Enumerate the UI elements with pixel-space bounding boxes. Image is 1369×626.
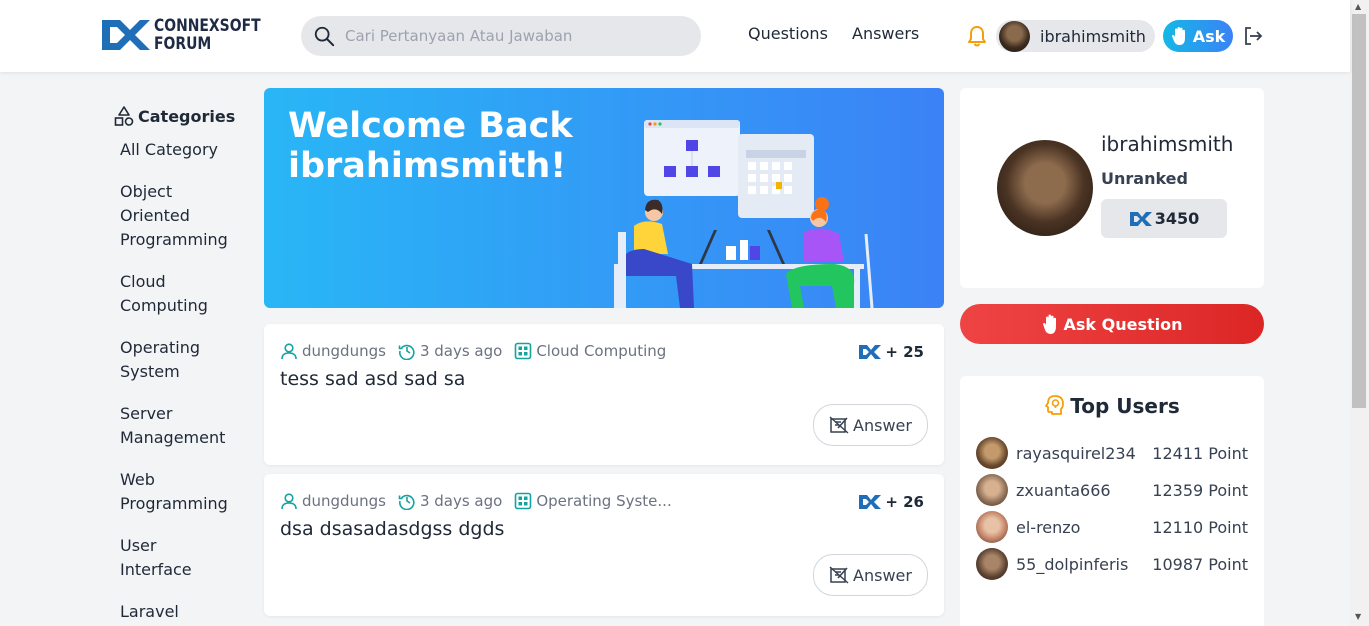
top-users-card: Top Users rayasquirel234 12411 Point zxu… xyxy=(960,376,1264,626)
avatar xyxy=(976,548,1008,580)
ask-button[interactable]: Ask xyxy=(1163,20,1233,52)
question-title[interactable]: dsa dsasadasdgss dgds xyxy=(280,518,504,540)
category-item[interactable]: Server Management xyxy=(120,402,230,450)
welcome-username: ibrahimsmith! xyxy=(288,146,567,186)
search-icon xyxy=(314,26,335,47)
category-list: All Category Object Oriented Programming… xyxy=(114,138,244,624)
raised-hand-icon xyxy=(1171,27,1185,45)
question-points: + 25 xyxy=(885,343,924,361)
question-author[interactable]: dungdungs xyxy=(302,342,386,360)
question-category[interactable]: Cloud Computing xyxy=(536,342,666,360)
category-item[interactable]: Cloud Computing xyxy=(120,270,230,318)
question-category[interactable]: Operating Syste... xyxy=(536,492,671,510)
scroll-up-arrow[interactable]: ▲ xyxy=(1355,2,1361,11)
welcome-line1: Welcome Back xyxy=(288,106,573,146)
logout-icon[interactable] xyxy=(1243,26,1263,46)
head-idea-icon xyxy=(1045,395,1065,415)
answer-icon xyxy=(829,416,849,434)
top-user-name: zxuanta666 xyxy=(1016,480,1111,500)
question-author[interactable]: dungdungs xyxy=(302,492,386,510)
top-user-name: 55_dolpinferis xyxy=(1016,554,1129,574)
profile-rank: Unranked xyxy=(1101,169,1188,188)
top-user-name: el-renzo xyxy=(1016,517,1081,537)
history-icon xyxy=(398,344,415,360)
avatar xyxy=(976,437,1008,469)
welcome-banner: Welcome Back ibrahimsmith! xyxy=(264,88,944,308)
username-label: ibrahimsmith xyxy=(1040,26,1146,46)
nav-answers[interactable]: Answers xyxy=(852,24,919,43)
team-illustration xyxy=(614,120,874,308)
welcome-heading: Welcome Back ibrahimsmith! xyxy=(288,106,608,186)
logo-line2: FORUM xyxy=(154,34,212,54)
raised-hand-icon xyxy=(1042,314,1056,334)
profile-card: ibrahimsmith Unranked 3450 xyxy=(960,88,1264,288)
top-user-points: 10987 Point xyxy=(1152,554,1248,574)
profile-avatar[interactable] xyxy=(997,140,1093,236)
answer-button-label: Answer xyxy=(853,415,912,435)
top-users-title: Top Users xyxy=(1070,394,1180,418)
answer-icon xyxy=(829,566,849,584)
avatar xyxy=(999,20,1030,52)
search-input[interactable] xyxy=(345,27,685,45)
ask-question-label: Ask Question xyxy=(1063,314,1183,334)
ask-button-label: Ask xyxy=(1192,26,1226,46)
answer-button-label: Answer xyxy=(853,565,912,585)
shapes-icon xyxy=(114,106,134,126)
top-user-points: 12359 Point xyxy=(1152,480,1248,500)
scrollbar-thumb[interactable] xyxy=(1352,14,1366,408)
connexsoft-logo[interactable]: CONNEXSOFT FORUM xyxy=(100,16,284,54)
top-user-row[interactable]: 55_dolpinferis 10987 Point xyxy=(976,548,1248,580)
logo-line1: CONNEXSOFT xyxy=(154,16,261,36)
connexsoft-points-icon xyxy=(1129,211,1152,226)
top-user-row[interactable]: rayasquirel234 12411 Point xyxy=(976,437,1248,469)
question-card[interactable]: dungdungs 3 days ago Operating Syste... … xyxy=(264,474,944,616)
category-item[interactable]: All Category xyxy=(120,138,230,162)
history-icon xyxy=(398,494,415,510)
category-item[interactable]: Object Oriented Programming xyxy=(120,180,230,252)
bell-icon[interactable] xyxy=(966,24,988,48)
profile-points: 3450 xyxy=(1154,209,1200,228)
top-user-points: 12411 Point xyxy=(1152,443,1248,463)
nav-questions[interactable]: Questions xyxy=(748,24,828,43)
category-item[interactable]: Laravel xyxy=(120,600,230,624)
question-card[interactable]: dungdungs 3 days ago Cloud Computing + 2… xyxy=(264,324,944,465)
connexsoft-logo-icon xyxy=(102,20,150,50)
top-user-row[interactable]: zxuanta666 12359 Point xyxy=(976,474,1248,506)
user-icon xyxy=(281,343,297,360)
category-grid-icon xyxy=(515,342,532,360)
category-grid-icon xyxy=(515,492,532,510)
connexsoft-points-icon xyxy=(859,495,882,509)
connexsoft-points-icon xyxy=(859,345,882,359)
top-navbar: CONNEXSOFT FORUM Questions Answers ibrah… xyxy=(0,0,1350,72)
top-user-row[interactable]: el-renzo 12110 Point xyxy=(976,511,1248,543)
category-item[interactable]: User Interface xyxy=(120,534,230,582)
avatar xyxy=(976,511,1008,543)
search-bar[interactable] xyxy=(301,16,701,56)
top-user-name: rayasquirel234 xyxy=(1016,443,1136,463)
scroll-down-arrow[interactable]: ▼ xyxy=(1355,612,1361,621)
avatar xyxy=(976,474,1008,506)
profile-name[interactable]: ibrahimsmith xyxy=(1101,132,1233,156)
answer-button[interactable]: Answer xyxy=(813,404,928,446)
question-time: 3 days ago xyxy=(419,342,503,360)
category-item[interactable]: Operating System xyxy=(120,336,230,384)
ask-question-button[interactable]: Ask Question xyxy=(960,304,1264,344)
category-item[interactable]: Web Programming xyxy=(120,468,230,516)
user-menu[interactable]: ibrahimsmith xyxy=(996,20,1155,52)
top-user-points: 12110 Point xyxy=(1152,517,1248,537)
question-time: 3 days ago xyxy=(419,492,503,510)
profile-points-badge: 3450 xyxy=(1101,199,1227,238)
user-icon xyxy=(281,493,297,510)
categories-sidebar: Categories All Category Object Oriented … xyxy=(114,104,244,626)
question-title[interactable]: tess sad asd sad sa xyxy=(280,368,465,390)
answer-button[interactable]: Answer xyxy=(813,554,928,596)
categories-title: Categories xyxy=(138,106,236,126)
question-points: + 26 xyxy=(885,493,924,511)
